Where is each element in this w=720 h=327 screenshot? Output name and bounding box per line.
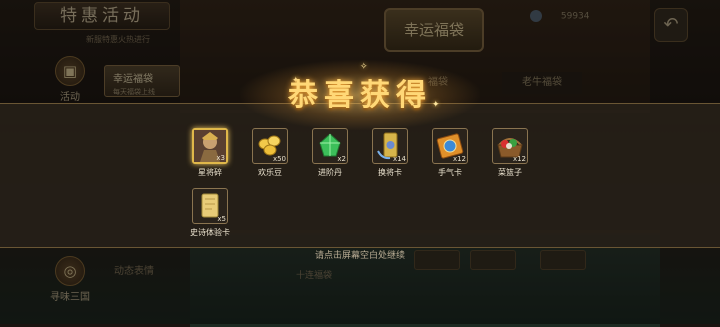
- reward-item[interactable]: x12 手气卡: [420, 128, 480, 178]
- item-quantity: x5: [217, 215, 226, 223]
- item-quantity: x12: [512, 155, 526, 163]
- item-name: 换将卡: [378, 168, 402, 177]
- reward-item[interactable]: x12 菜篮子: [480, 128, 540, 178]
- jade-pill-icon: x2: [312, 128, 348, 164]
- item-quantity: x2: [337, 155, 346, 163]
- item-name: 星将碎: [198, 168, 222, 177]
- exchange-card-icon: x14: [372, 128, 408, 164]
- item-quantity: x50: [272, 155, 286, 163]
- epic-trial-card-icon: x5: [192, 188, 228, 224]
- reward-item[interactable]: x50 欢乐豆: [240, 128, 300, 178]
- item-quantity: x3: [216, 154, 225, 162]
- luck-card-icon: x12: [432, 128, 468, 164]
- general-portrait-icon: x3: [192, 128, 228, 164]
- reward-title: 恭喜获得: [288, 78, 432, 113]
- vegetable-basket-icon: x12: [492, 128, 528, 164]
- item-quantity: x12: [452, 155, 466, 163]
- item-name: 手气卡: [438, 168, 462, 177]
- reward-item[interactable]: x2 进阶丹: [300, 128, 360, 178]
- item-name: 史诗体验卡: [190, 228, 230, 237]
- item-name: 欢乐豆: [258, 168, 282, 177]
- reward-item[interactable]: x14 换将卡: [360, 128, 420, 178]
- gold-beans-icon: x50: [252, 128, 288, 164]
- reward-item[interactable]: x3 星将碎: [180, 128, 240, 178]
- continue-hint: 请点击屏幕空白处继续: [314, 251, 405, 261]
- reward-item[interactable]: x5 史诗体验卡: [180, 188, 240, 238]
- item-name: 菜篮子: [498, 168, 522, 177]
- item-name: 进阶丹: [318, 168, 342, 177]
- item-quantity: x14: [392, 155, 406, 163]
